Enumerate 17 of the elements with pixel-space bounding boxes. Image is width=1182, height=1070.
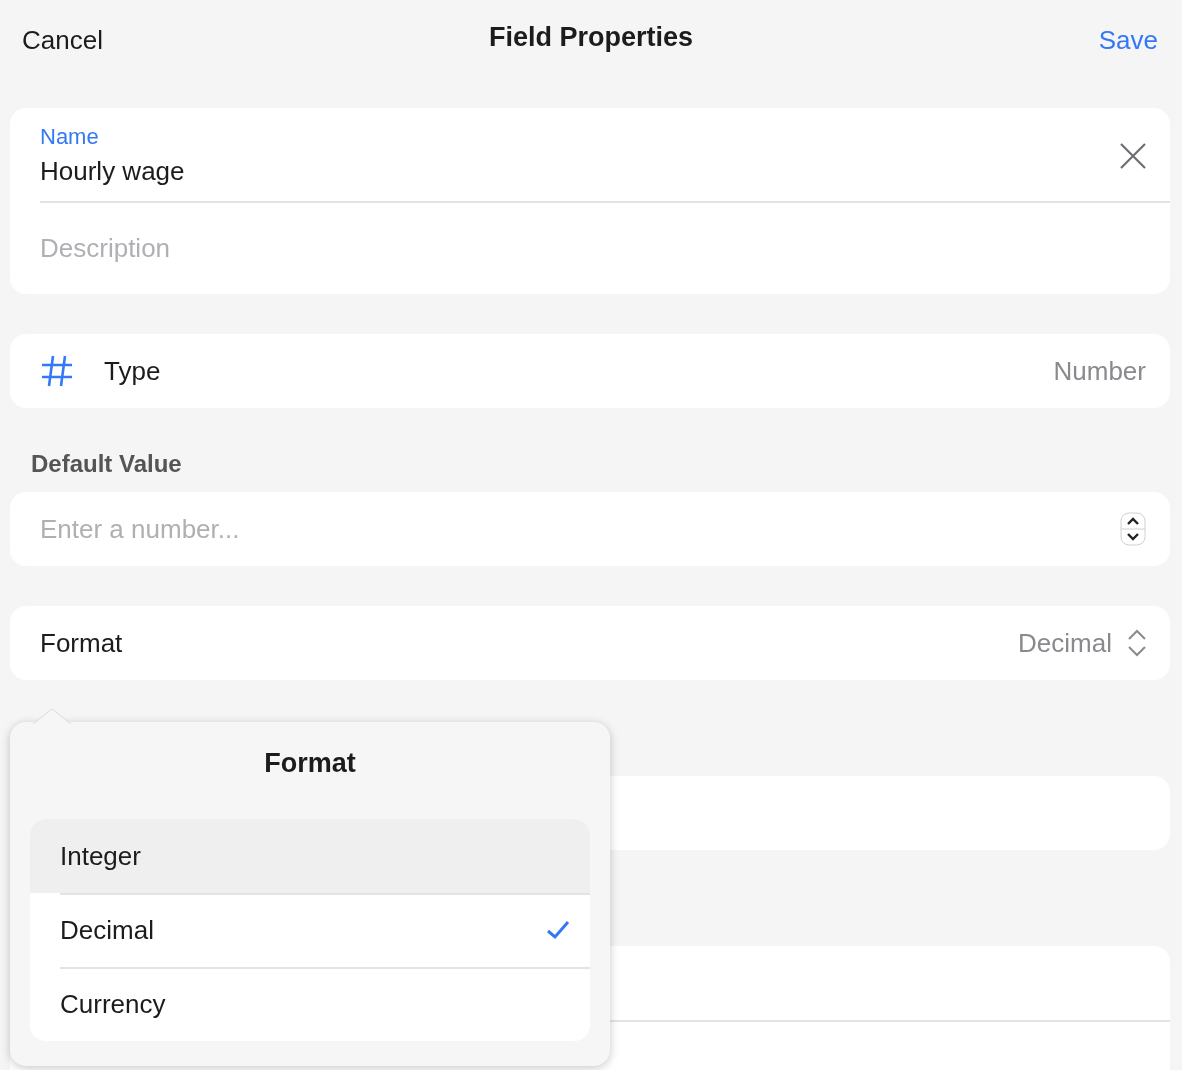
screen-title: Field Properties xyxy=(488,22,694,52)
type-value: Number xyxy=(1053,355,1146,387)
stepper-icon[interactable] xyxy=(1120,512,1146,546)
section-heading: Default Value xyxy=(30,449,182,479)
save-button[interactable]: Save xyxy=(1098,24,1158,56)
menu-option[interactable]: Integer xyxy=(30,819,590,893)
field-label: Name xyxy=(40,124,99,149)
menu-option[interactable]: Currency xyxy=(30,967,590,1041)
cancel-button[interactable]: Cancel xyxy=(22,24,103,56)
hash-icon xyxy=(40,354,74,388)
close-icon[interactable] xyxy=(1120,142,1146,169)
chevron-updown-icon xyxy=(1128,629,1146,657)
menu-option[interactable]: Decimal xyxy=(30,893,590,967)
type-label: Type xyxy=(104,355,161,387)
name-input[interactable]: Hourly wage xyxy=(40,156,185,187)
popover-title: Format xyxy=(264,748,356,779)
format-row[interactable]: Format Decimal xyxy=(10,606,1170,680)
